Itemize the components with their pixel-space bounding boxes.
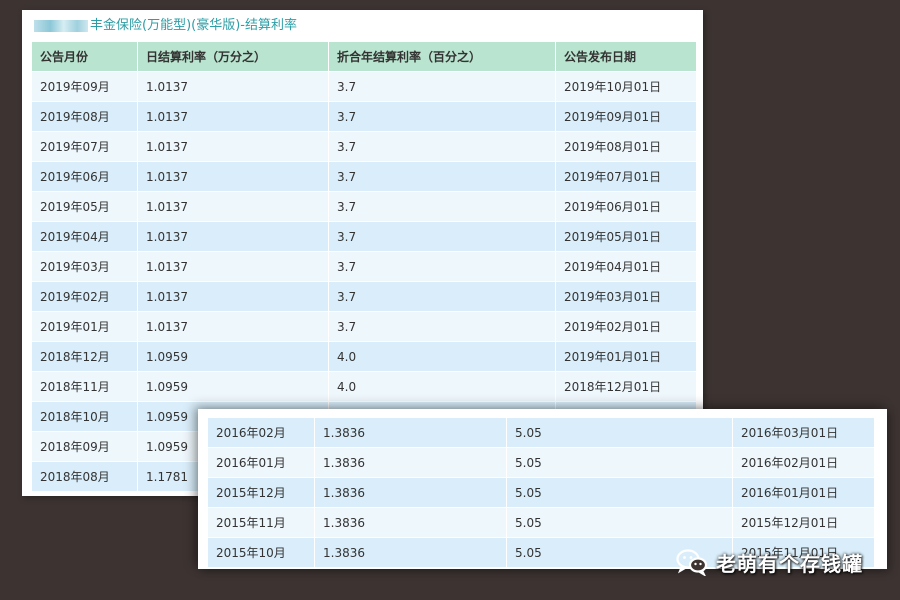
cell-annual-rate: 3.7 bbox=[328, 221, 556, 252]
cell-month: 2015年10月 bbox=[207, 537, 315, 568]
cell-daily-rate: 1.0137 bbox=[137, 221, 329, 252]
cell-month: 2018年09月 bbox=[31, 431, 138, 462]
cell-annual-rate: 3.7 bbox=[328, 191, 556, 222]
header-publish-date: 公告发布日期 bbox=[555, 41, 697, 72]
cell-daily-rate: 1.0137 bbox=[137, 71, 329, 102]
cell-publish-date: 2016年01月01日 bbox=[732, 477, 875, 508]
cell-month: 2019年03月 bbox=[31, 251, 138, 282]
table-row: 2018年11月 1.0959 4.0 2018年12月01日 bbox=[31, 371, 697, 402]
table-row: 2019年03月 1.0137 3.7 2019年04月01日 bbox=[31, 251, 697, 282]
table-header-row: 公告月份 日结算利率（万分之） 折合年结算利率（百分之） 公告发布日期 bbox=[31, 41, 697, 72]
cell-publish-date: 2015年12月01日 bbox=[732, 507, 875, 538]
cell-month: 2018年10月 bbox=[31, 401, 138, 432]
cell-annual-rate: 5.05 bbox=[506, 417, 733, 448]
cell-publish-date: 2019年03月01日 bbox=[555, 281, 697, 312]
cell-daily-rate: 1.3836 bbox=[314, 507, 507, 538]
cell-annual-rate: 5.05 bbox=[506, 507, 733, 538]
header-announce-month: 公告月份 bbox=[31, 41, 138, 72]
cell-month: 2018年11月 bbox=[31, 371, 138, 402]
overlay-table-body: 2016年02月 1.3836 5.05 2016年03月01日 2016年01月 1.3… bbox=[207, 417, 875, 568]
cell-annual-rate: 4.0 bbox=[328, 371, 556, 402]
table-row: 2019年08月 1.0137 3.7 2019年09月01日 bbox=[31, 101, 697, 132]
cell-month: 2019年02月 bbox=[31, 281, 138, 312]
table-row: 2019年05月 1.0137 3.7 2019年06月01日 bbox=[31, 191, 697, 222]
cell-publish-date: 2016年03月01日 bbox=[732, 417, 875, 448]
cell-daily-rate: 1.0137 bbox=[137, 191, 329, 222]
table-row: 2019年09月 1.0137 3.7 2019年10月01日 bbox=[31, 71, 697, 102]
cell-daily-rate: 1.3836 bbox=[314, 447, 507, 478]
overlay-rate-panel: 2016年02月 1.3836 5.05 2016年03月01日 2016年01月 1.3… bbox=[198, 409, 887, 569]
cell-annual-rate: 3.7 bbox=[328, 71, 556, 102]
cell-month: 2018年08月 bbox=[31, 461, 138, 492]
table-row: 2019年06月 1.0137 3.7 2019年07月01日 bbox=[31, 161, 697, 192]
table-row: 2015年11月 1.3836 5.05 2015年12月01日 bbox=[207, 507, 875, 538]
cell-annual-rate: 3.7 bbox=[328, 311, 556, 342]
cell-publish-date: 2019年07月01日 bbox=[555, 161, 697, 192]
table-row: 2016年02月 1.3836 5.05 2016年03月01日 bbox=[207, 417, 875, 448]
cell-daily-rate: 1.0137 bbox=[137, 311, 329, 342]
cell-month: 2018年12月 bbox=[31, 341, 138, 372]
cell-daily-rate: 1.3836 bbox=[314, 477, 507, 508]
panel-title: 丰金保险(万能型)(豪华版)-结算利率 bbox=[34, 15, 297, 37]
cell-annual-rate: 3.7 bbox=[328, 161, 556, 192]
cell-publish-date: 2018年12月01日 bbox=[555, 371, 697, 402]
cell-month: 2019年07月 bbox=[31, 131, 138, 162]
cell-daily-rate: 1.3836 bbox=[314, 417, 507, 448]
cell-daily-rate: 1.0959 bbox=[137, 371, 329, 402]
header-daily-rate: 日结算利率（万分之） bbox=[137, 41, 329, 72]
cell-publish-date: 2019年09月01日 bbox=[555, 101, 697, 132]
cell-publish-date: 2019年02月01日 bbox=[555, 311, 697, 342]
table-row: 2016年01月 1.3836 5.05 2016年02月01日 bbox=[207, 447, 875, 478]
cell-annual-rate: 3.7 bbox=[328, 101, 556, 132]
cell-publish-date: 2016年02月01日 bbox=[732, 447, 875, 478]
cell-month: 2019年08月 bbox=[31, 101, 138, 132]
cell-daily-rate: 1.0137 bbox=[137, 281, 329, 312]
table-row: 2019年04月 1.0137 3.7 2019年05月01日 bbox=[31, 221, 697, 252]
cell-annual-rate: 4.0 bbox=[328, 341, 556, 372]
cell-month: 2016年01月 bbox=[207, 447, 315, 478]
cell-month: 2016年02月 bbox=[207, 417, 315, 448]
watermark-text: 老萌有个存钱罐 bbox=[716, 551, 863, 576]
cell-month: 2015年12月 bbox=[207, 477, 315, 508]
cell-publish-date: 2019年01月01日 bbox=[555, 341, 697, 372]
cell-daily-rate: 1.3836 bbox=[314, 537, 507, 568]
panel-title-text: 丰金保险(万能型)(豪华版)-结算利率 bbox=[90, 18, 297, 33]
cell-publish-date: 2019年05月01日 bbox=[555, 221, 697, 252]
cell-annual-rate: 3.7 bbox=[328, 131, 556, 162]
cell-daily-rate: 1.0137 bbox=[137, 131, 329, 162]
table-row: 2015年12月 1.3836 5.05 2016年01月01日 bbox=[207, 477, 875, 508]
header-annual-rate: 折合年结算利率（百分之） bbox=[328, 41, 556, 72]
cell-month: 2019年01月 bbox=[31, 311, 138, 342]
cell-month: 2015年11月 bbox=[207, 507, 315, 538]
cell-daily-rate: 1.0137 bbox=[137, 251, 329, 282]
wechat-icon bbox=[676, 548, 708, 576]
cell-month: 2019年06月 bbox=[31, 161, 138, 192]
cell-publish-date: 2019年10月01日 bbox=[555, 71, 697, 102]
watermark: 老萌有个存钱罐 bbox=[676, 546, 863, 578]
cell-annual-rate: 3.7 bbox=[328, 251, 556, 282]
table-row: 2019年07月 1.0137 3.7 2019年08月01日 bbox=[31, 131, 697, 162]
cell-publish-date: 2019年06月01日 bbox=[555, 191, 697, 222]
cell-publish-date: 2019年08月01日 bbox=[555, 131, 697, 162]
cell-annual-rate: 3.7 bbox=[328, 281, 556, 312]
blurred-title-prefix bbox=[34, 19, 88, 32]
table-row: 2018年12月 1.0959 4.0 2019年01月01日 bbox=[31, 341, 697, 372]
cell-daily-rate: 1.0959 bbox=[137, 341, 329, 372]
cell-month: 2019年09月 bbox=[31, 71, 138, 102]
cell-daily-rate: 1.0137 bbox=[137, 101, 329, 132]
cell-publish-date: 2019年04月01日 bbox=[555, 251, 697, 282]
table-row: 2019年02月 1.0137 3.7 2019年03月01日 bbox=[31, 281, 697, 312]
cell-annual-rate: 5.05 bbox=[506, 477, 733, 508]
table-row: 2019年01月 1.0137 3.7 2019年02月01日 bbox=[31, 311, 697, 342]
cell-month: 2019年04月 bbox=[31, 221, 138, 252]
cell-daily-rate: 1.0137 bbox=[137, 161, 329, 192]
cell-month: 2019年05月 bbox=[31, 191, 138, 222]
cell-annual-rate: 5.05 bbox=[506, 447, 733, 478]
